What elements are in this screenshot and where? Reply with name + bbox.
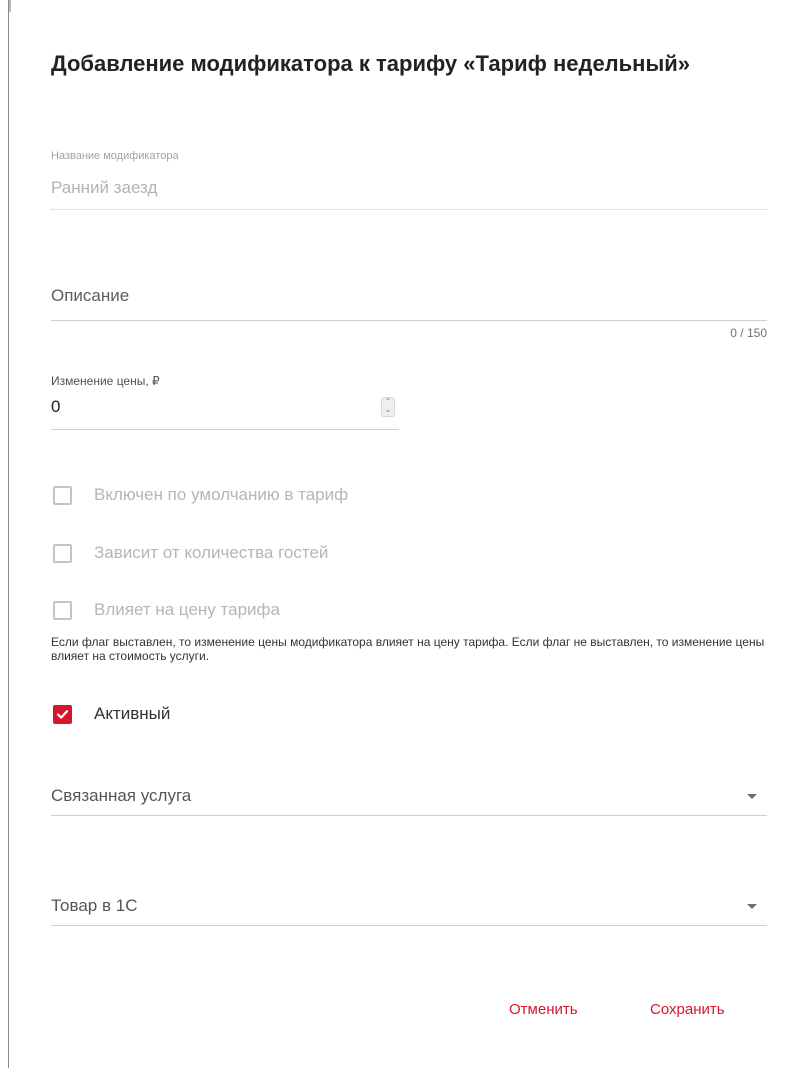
checkmark-icon (56, 710, 69, 719)
description-input[interactable]: Описание (51, 286, 129, 306)
price-change-label: Изменение цены, ₽ (51, 374, 160, 388)
price-change-input[interactable]: 0 (51, 397, 60, 417)
checkbox-box-checked[interactable] (53, 705, 72, 724)
checkbox-depends-on-guests-label: Зависит от количества гостей (94, 543, 329, 562)
checkbox-default-included-label: Включен по умолчанию в тариф (94, 485, 349, 504)
product-1c-placeholder[interactable]: Товар в 1С (51, 896, 137, 916)
checkbox-box (53, 544, 72, 563)
caret-down-icon[interactable] (747, 904, 757, 909)
cancel-button[interactable]: Отменить (509, 1001, 578, 1018)
product-1c-select[interactable]: Товар в 1С (51, 894, 767, 930)
linked-service-placeholder[interactable]: Связанная услуга (51, 786, 191, 806)
caret-down-icon[interactable] (747, 794, 757, 799)
description-char-counter: 0 / 150 (730, 326, 767, 340)
product-1c-underline (51, 925, 767, 926)
linked-service-underline (51, 815, 767, 816)
price-change-underline (51, 429, 399, 430)
price-change-field: Изменение цены, ₽ 0 ⌃ ⌄ (51, 372, 399, 432)
description-underline (51, 320, 767, 321)
checkbox-box (53, 486, 72, 505)
modifier-name-value: Ранний заезд (51, 178, 158, 197)
checkbox-box (53, 601, 72, 620)
modifier-name-field: Название модификатора Ранний заезд (51, 150, 767, 214)
add-modifier-dialog: Добавление модификатора к тарифу «Тариф … (8, 0, 794, 1068)
affects-price-hint: Если флаг выставлен, то изменение цены м… (51, 635, 765, 663)
checkbox-affects-tariff-price-label: Влияет на цену тарифа (94, 600, 280, 619)
modifier-name-label: Название модификатора (51, 150, 179, 162)
description-field[interactable]: Описание 0 / 150 (51, 284, 767, 346)
linked-service-select[interactable]: Связанная услуга (51, 784, 767, 820)
modifier-name-underline (51, 209, 767, 210)
price-spin-buttons[interactable]: ⌃ ⌄ (381, 397, 395, 417)
checkbox-active-label[interactable]: Активный (94, 704, 170, 724)
save-button[interactable]: Сохранить (650, 1001, 725, 1018)
spin-down-icon[interactable]: ⌄ (382, 406, 394, 414)
dialog-title: Добавление модификатора к тарифу «Тариф … (51, 51, 691, 76)
